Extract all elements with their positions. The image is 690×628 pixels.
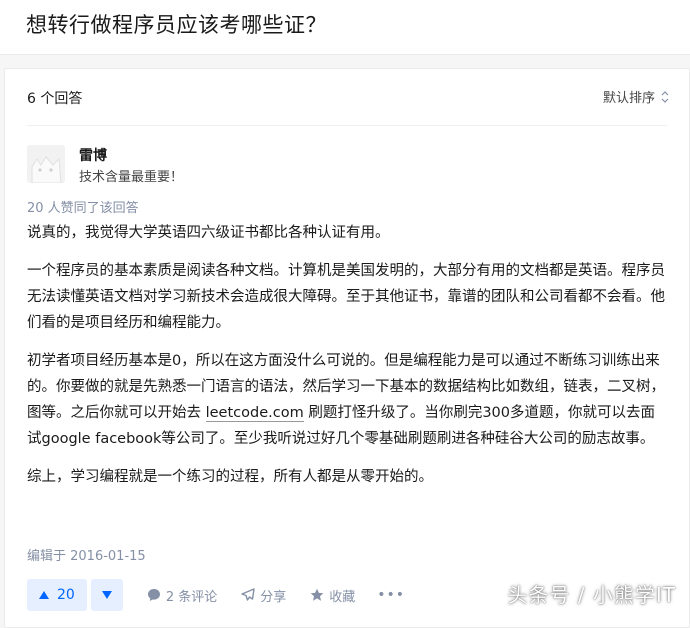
default-avatar-icon: [27, 145, 65, 183]
collect-label: 收藏: [329, 589, 356, 605]
answer-content: 说真的，我觉得大学英语四六级证书都比各种认证有用。 一个程序员的基本素质是阅读各…: [27, 220, 665, 502]
question-header: 想转行做程序员应该考哪些证？: [0, 0, 690, 55]
question-title[interactable]: 想转行做程序员应该考哪些证？: [26, 9, 327, 39]
share-button[interactable]: 分享: [241, 586, 286, 605]
sort-arrows-icon: [661, 90, 669, 103]
share-label: 分享: [260, 589, 287, 605]
downvote-button[interactable]: [90, 579, 123, 611]
leetcode-link[interactable]: leetcode.com: [205, 405, 304, 422]
author-name[interactable]: 雷博: [79, 145, 107, 165]
answers-count: 6 个回答: [27, 91, 83, 107]
votes-summary[interactable]: 20 人赞同了该回答: [27, 197, 139, 216]
more-options-button[interactable]: •••: [377, 587, 405, 603]
avatar[interactable]: [27, 145, 65, 183]
paragraph-1: 说真的，我觉得大学英语四六级证书都比各种认证有用。: [27, 225, 390, 241]
sort-label: 默认排序: [602, 91, 655, 106]
collect-button[interactable]: 收藏: [310, 586, 355, 605]
upvote-count: 20: [57, 587, 75, 603]
triangle-down-icon: [101, 591, 112, 599]
paragraph-3: 初学者项目经历基本是0，所以在这方面没什么可说的。但是编程能力是可以通过不断练习…: [27, 348, 665, 452]
comment-icon: [147, 589, 160, 601]
watermark: 头条号 / 小熊学IT: [507, 583, 676, 607]
paragraph-2: 一个程序员的基本素质是阅读各种文档。计算机是美国发明的，大部分有用的文档都是英语…: [27, 263, 665, 331]
triangle-up-icon: [39, 591, 49, 599]
answer-list-card: 6 个回答 默认排序 雷博 技术含量最重要！ 20 人赞同了该回答 说真的，我觉…: [4, 68, 690, 628]
upvote-button[interactable]: 20: [27, 579, 87, 611]
star-icon: [310, 588, 324, 601]
comments-label: 2 条评论: [165, 589, 218, 605]
share-icon: [241, 588, 255, 601]
paragraph-4: 综上，学习编程就是一个练习的过程，所有人都是从零开始的。: [27, 469, 433, 485]
edited-time[interactable]: 编辑于 2016-01-15: [27, 545, 146, 564]
author-bio: 技术含量最重要！: [79, 170, 184, 185]
comments-button[interactable]: 2 条评论: [147, 586, 217, 605]
divider: [27, 125, 667, 126]
sort-dropdown[interactable]: 默认排序: [603, 87, 669, 106]
